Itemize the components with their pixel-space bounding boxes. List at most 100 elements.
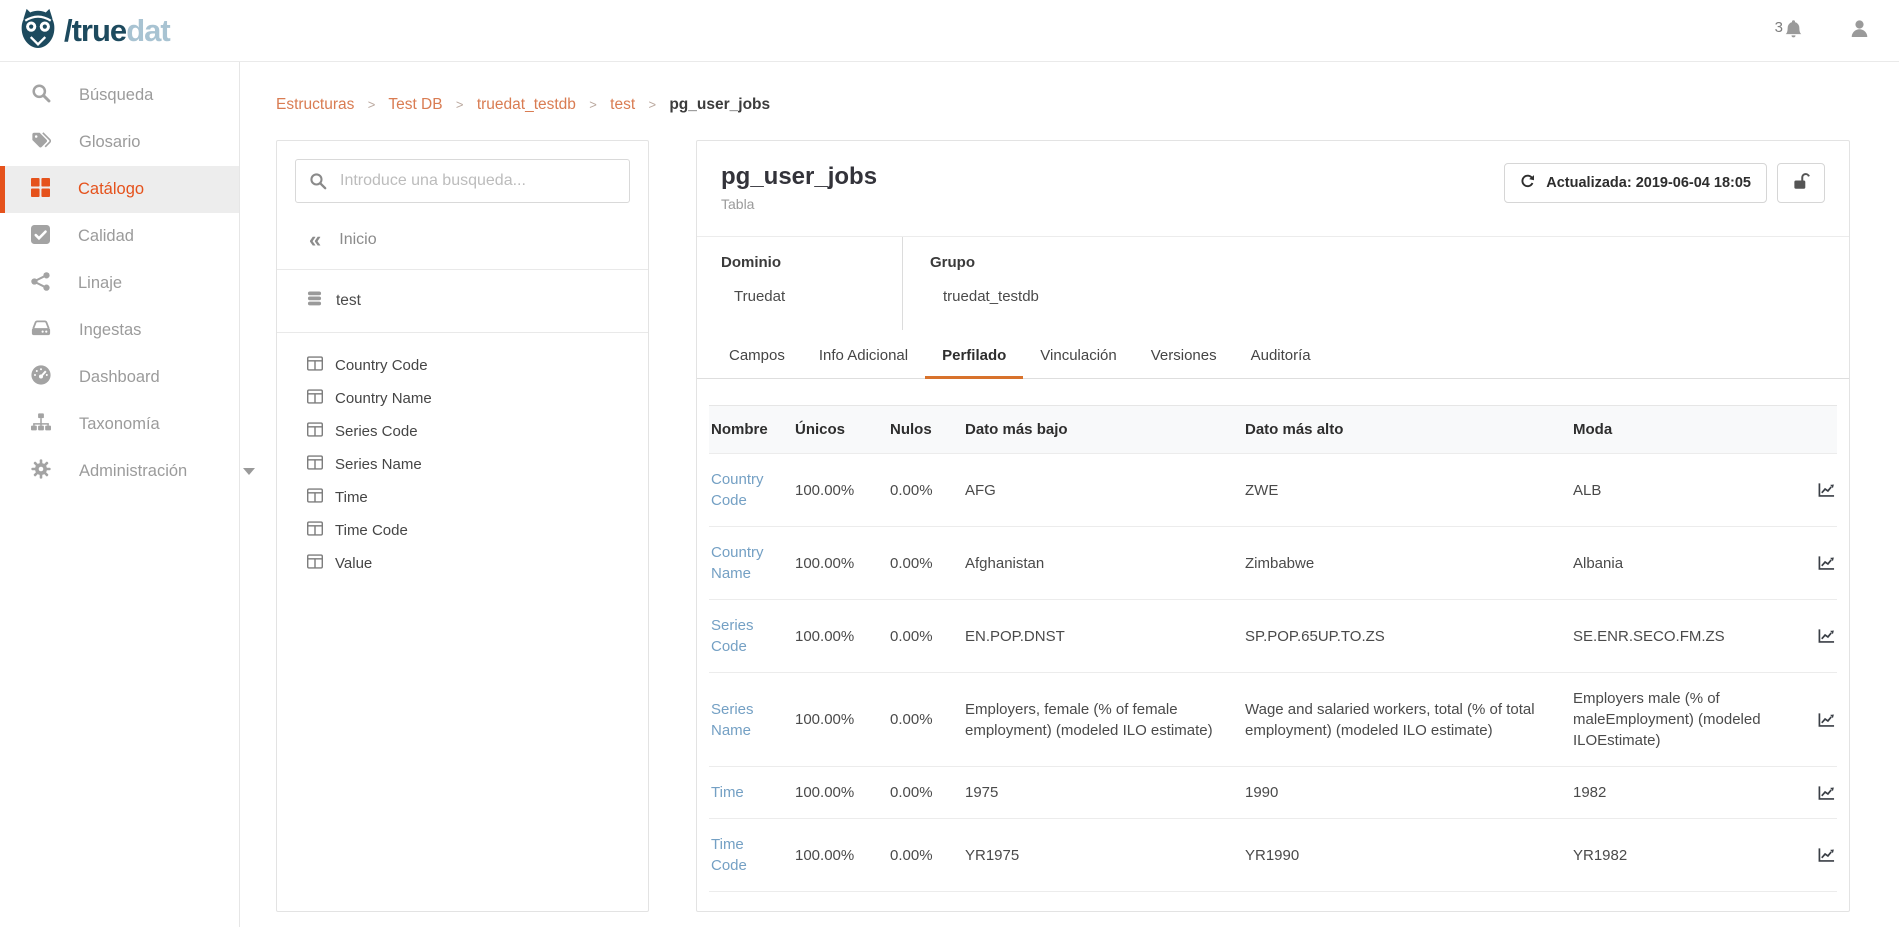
field-link[interactable]: Series Code [709,600,793,672]
structure-detail-panel: pg_user_jobs Tabla Actualizada: 2019-06-… [696,140,1850,912]
breadcrumb-link[interactable]: truedat_testdb [477,96,576,113]
tab-vinculacion[interactable]: Vinculación [1023,334,1133,379]
breadcrumb-current: pg_user_jobs [669,96,770,113]
line-chart-icon[interactable] [1818,847,1837,863]
share-icon [31,272,50,296]
table-row: Time 100.00% 0.00% 1975 1990 1982 [709,767,1837,819]
column-item[interactable]: Time [277,481,648,514]
column-item[interactable]: Country Name [277,382,648,415]
sidebar-item-taxonomia[interactable]: Taxonomía [0,401,239,448]
tab-auditoria[interactable]: Auditoría [1234,334,1328,379]
sidebar-item-dashboard[interactable]: Dashboard [0,354,239,401]
sidebar-item-catalogo[interactable]: Catálogo [0,166,239,213]
field-link[interactable]: Country Code [709,454,793,526]
search-input[interactable] [295,159,630,203]
tab-versiones[interactable]: Versiones [1134,334,1234,379]
page-title: pg_user_jobs [721,163,877,191]
cell-low: Afghanistan [963,538,1243,589]
profiling-table: Nombre Únicos Nulos Dato más bajo Dato m… [709,405,1837,912]
tab-campos[interactable]: Campos [712,334,802,379]
column-item[interactable]: Series Name [277,448,648,481]
column-item[interactable]: Series Code [277,415,648,448]
search-icon [31,83,51,108]
meta-value-dominio: Truedat [721,288,902,305]
sidebar-item-label: Calidad [78,227,134,246]
tab-perfilado[interactable]: Perfilado [925,334,1023,379]
sidebar-item-ingestas[interactable]: Ingestas [0,307,239,354]
cell-mode: SE.ENR.SECO.FM.ZS [1571,611,1807,662]
column-item-label: Country Code [335,357,428,374]
cell-low: AFG [963,465,1243,516]
line-chart-icon[interactable] [1818,482,1837,498]
cell-nulls: 0.00% [888,538,963,589]
line-chart-icon[interactable] [1818,628,1837,644]
user-menu-button[interactable] [1850,19,1869,43]
sidebar-item-calidad[interactable]: Calidad [0,213,239,260]
field-link[interactable]: Time [709,767,793,818]
cell-nulls: 0.00% [888,767,963,818]
sidebar-item-label: Dashboard [79,368,160,387]
cell-unique: 67.47% [793,892,888,912]
cell-nulls: 0.00% [888,830,963,881]
cell-mode: Employers male (% of maleEmployment) (mo… [1571,673,1807,766]
meta-section: Dominio Truedat Grupo truedat_testdb [697,236,1849,330]
line-chart-icon[interactable] [1818,785,1837,801]
truedat-logo[interactable]: /truedat [18,6,170,55]
cell-nulls: 0.00% [888,892,963,912]
table-columns-icon [307,389,323,408]
breadcrumb-link[interactable]: Test DB [388,96,442,113]
table-row: Country Code 100.00% 0.00% AFG ZWE ALB [709,454,1837,527]
cell-high: 89.1232459 [1243,892,1571,912]
breadcrumb-separator: > [456,97,464,112]
column-item[interactable]: Time Code [277,514,648,547]
back-to-inicio[interactable]: « Inicio [277,221,648,270]
field-link[interactable]: Series Name [709,684,793,756]
sidebar-item-label: Taxonomía [79,415,160,434]
breadcrumb-separator: > [648,97,656,112]
field-link[interactable]: Time Code [709,819,793,891]
line-chart-icon[interactable] [1818,910,1837,913]
column-item[interactable]: Country Code [277,349,648,382]
cell-unique: 100.00% [793,830,888,881]
breadcrumb-separator: > [589,97,597,112]
sidebar-item-administracion[interactable]: Administración [0,448,239,495]
column-item[interactable]: Value [277,547,648,580]
cell-unique: 100.00% [793,465,888,516]
cell-mode: 1982 [1571,767,1807,818]
cell-high: Zimbabwe [1243,538,1571,589]
meta-value-grupo: truedat_testdb [930,288,1849,305]
cell-high: ZWE [1243,465,1571,516]
topbar: /truedat 3 [0,0,1899,62]
sidebar-item-glosario[interactable]: Glosario [0,119,239,166]
breadcrumb-link[interactable]: test [610,96,635,113]
database-icon [307,291,322,311]
lock-toggle-button[interactable] [1777,163,1825,203]
table-header-row: Nombre Únicos Nulos Dato más bajo Dato m… [709,405,1837,454]
table-row: Country Name 100.00% 0.00% Afghanistan Z… [709,527,1837,600]
drive-icon [31,319,51,342]
refresh-updated-button[interactable]: Actualizada: 2019-06-04 18:05 [1504,163,1767,203]
field-link[interactable]: Country Name [709,527,793,599]
field-link[interactable]: Value [709,892,793,912]
table-row: Time Code 100.00% 0.00% YR1975 YR1990 YR… [709,819,1837,892]
tree-item-test[interactable]: test [277,270,648,333]
refresh-icon [1520,174,1535,193]
logo-text: /truedat [64,15,170,46]
line-chart-icon[interactable] [1818,555,1837,571]
cell-unique: 100.00% [793,611,888,662]
cell-high: Wage and salaried workers, total (% of t… [1243,684,1571,756]
sidebar-item-label: Búsqueda [79,86,153,105]
tab-info-adicional[interactable]: Info Adicional [802,334,925,379]
cell-unique: 100.00% [793,538,888,589]
gear-icon [31,459,51,484]
sidebar-item-label: Catálogo [78,180,144,199]
table-row: Value 67.47% 0.00% 9.0304343124 89.12324… [709,892,1837,912]
column-item-label: Value [335,555,372,572]
cell-low: YR1975 [963,830,1243,881]
line-chart-icon[interactable] [1818,712,1837,728]
sidebar-item-linaje[interactable]: Linaje [0,260,239,307]
notifications-button[interactable]: 3 [1775,19,1802,42]
breadcrumb-link[interactable]: Estructuras [276,96,354,113]
sidebar-item-busqueda[interactable]: Búsqueda [0,72,239,119]
column-header: Dato más alto [1243,406,1571,453]
